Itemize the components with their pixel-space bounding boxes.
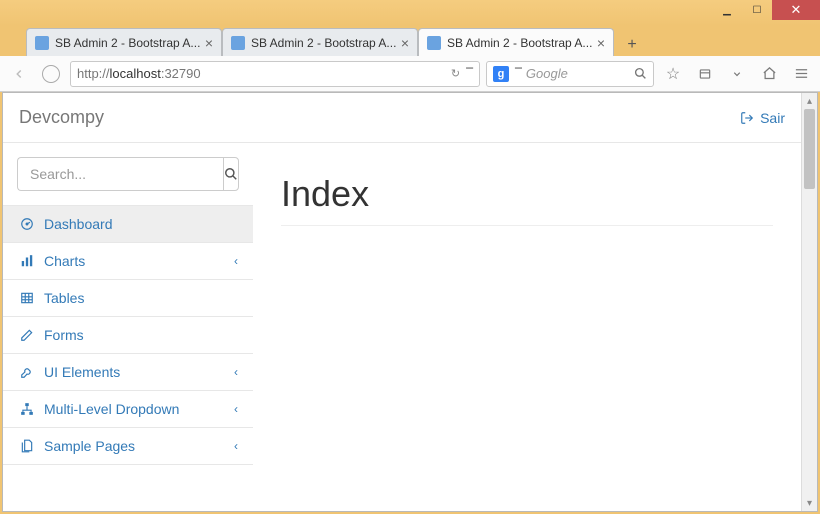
tab-close-icon[interactable]: ×	[401, 35, 409, 51]
edit-icon	[18, 328, 36, 342]
logout-label: Sair	[760, 110, 785, 126]
scroll-down-icon[interactable]: ▾	[802, 495, 817, 511]
search-placeholder: Google	[526, 66, 568, 81]
tab-favicon-icon	[427, 36, 441, 50]
tab-title: SB Admin 2 - Bootstrap A...	[251, 36, 397, 50]
bookmark-star-button[interactable]: ☆	[660, 61, 686, 87]
chevron-left-icon: ‹	[234, 439, 238, 453]
chevron-left-icon: ‹	[234, 254, 238, 268]
page-title: Index	[281, 173, 773, 226]
sidebar: Dashboard Charts ‹ Tables Forms	[3, 143, 253, 465]
nav-label: Tables	[44, 290, 238, 306]
window-minimize-button[interactable]: ▁	[712, 0, 742, 20]
files-icon	[18, 439, 36, 453]
tab-favicon-icon	[35, 36, 49, 50]
downloads-button[interactable]	[724, 61, 750, 87]
window-close-button[interactable]: ✕	[772, 0, 820, 20]
sidebar-item-tables[interactable]: Tables	[3, 280, 253, 316]
browser-viewport: Devcompy Sair Dashboard	[0, 92, 820, 514]
sidebar-item-forms[interactable]: Forms	[3, 317, 253, 353]
tab-favicon-icon	[231, 36, 245, 50]
sidebar-item-multilevel[interactable]: Multi-Level Dropdown ‹	[3, 391, 253, 427]
search-icon[interactable]	[634, 67, 647, 80]
bar-chart-icon	[18, 254, 36, 268]
tab-title: SB Admin 2 - Bootstrap A...	[55, 36, 201, 50]
sidebar-search-input[interactable]	[17, 157, 223, 191]
globe-icon	[42, 65, 60, 83]
nav-label: Dashboard	[44, 216, 238, 232]
reload-dropdown[interactable]: ↻ ▔	[451, 67, 473, 80]
window-maximize-button[interactable]: ☐	[742, 0, 772, 20]
url-toolbar: http://localhost:32790 ↻ ▔ g ▔ Google ☆	[0, 56, 820, 92]
vertical-scrollbar[interactable]: ▴ ▾	[801, 93, 817, 511]
back-button[interactable]	[6, 61, 32, 87]
dropdown-caret-icon: ▔	[515, 68, 522, 79]
nav-label: UI Elements	[44, 364, 234, 380]
sidebar-item-charts[interactable]: Charts ‹	[3, 243, 253, 279]
browser-search-input[interactable]: g ▔ Google	[486, 61, 654, 87]
library-button[interactable]	[692, 61, 718, 87]
browser-tab[interactable]: SB Admin 2 - Bootstrap A... ×	[26, 28, 222, 56]
scroll-up-icon[interactable]: ▴	[802, 93, 817, 109]
url-scheme: http://	[77, 66, 110, 81]
nav-label: Multi-Level Dropdown	[44, 401, 234, 417]
dashboard-icon	[18, 217, 36, 231]
nav-label: Charts	[44, 253, 234, 269]
nav-label: Sample Pages	[44, 438, 234, 454]
sidebar-item-dashboard[interactable]: Dashboard	[3, 206, 253, 242]
browser-tab-active[interactable]: SB Admin 2 - Bootstrap A... ×	[418, 28, 614, 56]
logout-link[interactable]: Sair	[740, 110, 785, 126]
sidebar-nav: Dashboard Charts ‹ Tables Forms	[3, 205, 253, 465]
sidebar-search-button[interactable]	[223, 157, 239, 191]
window-titlebar: ▁ ☐ ✕	[0, 0, 820, 26]
search-icon	[224, 167, 238, 181]
identity-button[interactable]	[38, 61, 64, 87]
sidebar-item-sample-pages[interactable]: Sample Pages ‹	[3, 428, 253, 464]
sign-out-icon	[740, 111, 754, 125]
scrollbar-thumb[interactable]	[804, 109, 815, 189]
url-port: :32790	[161, 66, 201, 81]
url-input[interactable]: http://localhost:32790 ↻ ▔	[70, 61, 480, 87]
sidebar-item-ui-elements[interactable]: UI Elements ‹	[3, 354, 253, 390]
main-content: Index	[253, 143, 801, 465]
table-icon	[18, 291, 36, 305]
url-host: localhost	[110, 66, 161, 81]
chevron-left-icon: ‹	[234, 402, 238, 416]
sitemap-icon	[18, 402, 36, 416]
chevron-left-icon: ‹	[234, 365, 238, 379]
wrench-icon	[18, 365, 36, 379]
google-badge-icon: g	[493, 66, 509, 82]
nav-label: Forms	[44, 327, 238, 343]
tab-strip: SB Admin 2 - Bootstrap A... × SB Admin 2…	[0, 26, 820, 56]
new-tab-button[interactable]: +	[620, 34, 644, 56]
app-navbar: Devcompy Sair	[3, 93, 801, 143]
tab-close-icon[interactable]: ×	[205, 35, 213, 51]
tab-close-icon[interactable]: ×	[597, 35, 605, 51]
home-button[interactable]	[756, 61, 782, 87]
tab-title: SB Admin 2 - Bootstrap A...	[447, 36, 593, 50]
browser-tab[interactable]: SB Admin 2 - Bootstrap A... ×	[222, 28, 418, 56]
sidebar-search	[3, 143, 253, 205]
menu-button[interactable]	[788, 61, 814, 87]
brand-title[interactable]: Devcompy	[19, 107, 104, 128]
